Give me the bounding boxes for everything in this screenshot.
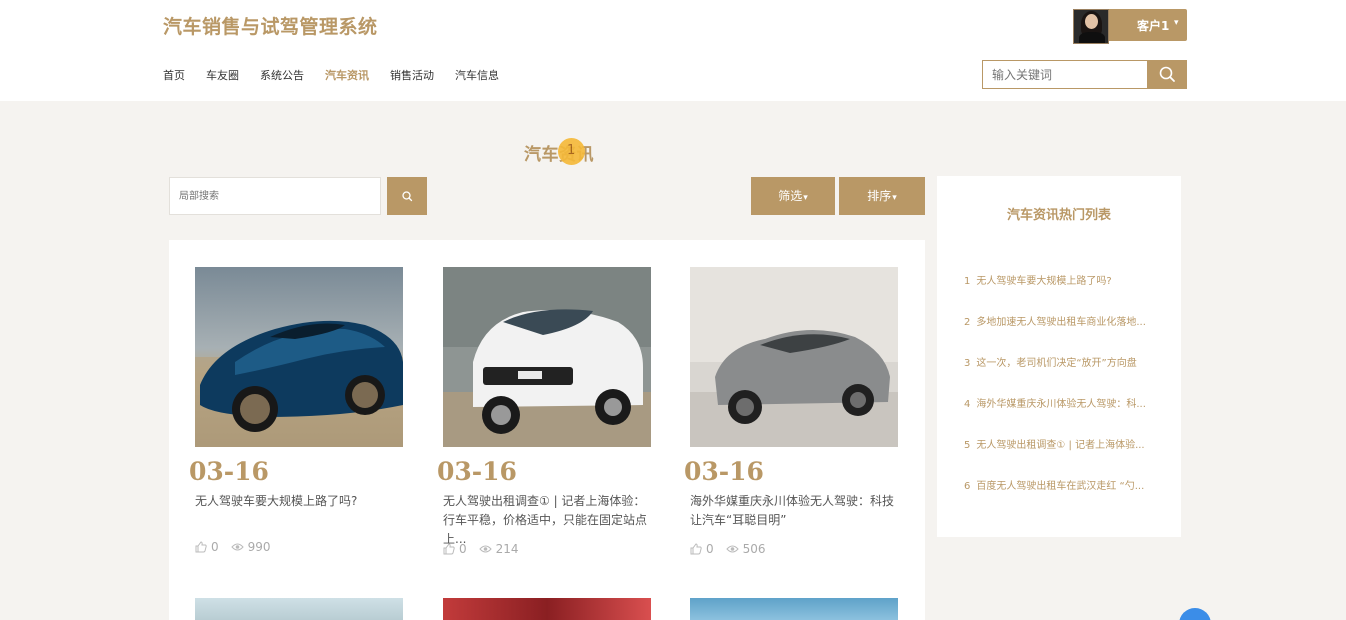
main-nav: 首页 车友圈 系统公告 汽车资讯 销售活动 汽车信息 — [163, 67, 520, 83]
view-count: 214 — [495, 542, 519, 556]
hot-list-item[interactable]: 1 无人驾驶车要大规模上路了吗? — [964, 272, 1148, 287]
news-date: 03-16 — [189, 457, 269, 486]
local-search-input[interactable] — [169, 177, 381, 215]
news-title[interactable]: 无人驾驶车要大规模上路了吗? — [195, 492, 405, 511]
badge-indicator[interactable]: 1 — [558, 138, 585, 165]
eye-icon — [478, 545, 492, 553]
nav-item-sales-activities[interactable]: 销售活动 — [390, 67, 434, 83]
like-count: 0 — [706, 542, 714, 556]
header-search — [982, 60, 1187, 89]
nav-item-car-info[interactable]: 汽车信息 — [455, 67, 499, 83]
caret-down-icon: ▾ — [803, 193, 808, 203]
news-image[interactable] — [690, 267, 898, 447]
filter-button[interactable]: 筛选▾ — [751, 177, 835, 215]
hot-list-item[interactable]: 6 百度无人驾驶出租车在武汉走红 “勺... — [964, 477, 1148, 492]
sort-label: 排序 — [867, 189, 892, 203]
news-title[interactable]: 海外华媒重庆永川体验无人驾驶：科技让汽车“耳聪目明” — [690, 492, 900, 530]
nav-item-home[interactable]: 首页 — [163, 67, 185, 83]
hot-list-item[interactable]: 2 多地加速无人驾驶出租车商业化落地... — [964, 313, 1148, 328]
thumbs-up-icon[interactable] — [443, 543, 455, 555]
news-date: 03-16 — [437, 457, 517, 486]
like-count: 0 — [459, 542, 467, 556]
thumbs-up-icon[interactable] — [195, 541, 207, 553]
news-date: 03-16 — [684, 457, 764, 486]
hot-list-title: 汽车资讯热门列表 — [1006, 208, 1111, 223]
filter-label: 筛选 — [778, 189, 803, 203]
nav-item-announcements[interactable]: 系统公告 — [260, 67, 304, 83]
nav-item-car-news[interactable]: 汽车资讯 — [325, 67, 369, 83]
hot-list-item[interactable]: 5 无人驾驶出租调查① | 记者上海体验... — [964, 436, 1148, 451]
brand-title[interactable]: 汽车销售与试驾管理系统 — [163, 12, 378, 39]
view-count: 506 — [742, 542, 766, 556]
caret-down-icon: ▾ — [892, 193, 897, 203]
news-meta: 0 990 — [195, 540, 283, 554]
sort-button[interactable]: 排序▾ — [839, 177, 925, 215]
user-menu[interactable]: 客户1 ▾ — [1073, 9, 1187, 44]
search-icon — [1159, 66, 1175, 82]
hot-list-panel: 汽车资讯热门列表 1 无人驾驶车要大规模上路了吗? 2 多地加速无人驾驶出租车商业化… — [937, 176, 1181, 537]
news-title[interactable]: 无人驾驶出租调查① | 记者上海体验：行车平稳，价格适中，只能在固定站点上... — [443, 492, 653, 549]
like-count: 0 — [211, 540, 219, 554]
caret-down-icon[interactable]: ▾ — [1174, 18, 1179, 28]
hot-list-item[interactable]: 4 海外华媒重庆永川体验无人驾驶：科... — [964, 395, 1148, 410]
news-image[interactable] — [690, 598, 898, 620]
back-to-top-button[interactable] — [1179, 608, 1211, 620]
user-name[interactable]: 客户1 — [1137, 17, 1169, 34]
search-icon — [402, 191, 413, 202]
nav-item-car-circle[interactable]: 车友圈 — [206, 67, 239, 83]
top-header: 汽车销售与试驾管理系统 客户1 ▾ 首页 车友圈 系统公告 汽车资讯 销售活动 … — [0, 0, 1346, 101]
thumbs-up-icon[interactable] — [690, 543, 702, 555]
news-meta: 0 506 — [690, 542, 778, 556]
news-image[interactable] — [195, 598, 403, 620]
news-list: 03-16 无人驾驶车要大规模上路了吗? 0 990 03-16 无人驾驶出租调… — [169, 240, 925, 620]
eye-icon — [725, 545, 739, 553]
local-search-button[interactable] — [387, 177, 427, 215]
news-meta: 0 214 — [443, 542, 531, 556]
search-button[interactable] — [1147, 60, 1187, 89]
news-image[interactable] — [443, 598, 651, 620]
hot-list-item[interactable]: 3 这一次，老司机们决定“放开”方向盘 — [964, 354, 1148, 369]
news-image[interactable] — [195, 267, 403, 447]
search-input[interactable] — [982, 60, 1148, 89]
avatar[interactable] — [1073, 9, 1109, 44]
eye-icon — [230, 543, 244, 551]
view-count: 990 — [247, 540, 271, 554]
news-image[interactable] — [443, 267, 651, 447]
badge-count: 1 — [567, 143, 576, 158]
